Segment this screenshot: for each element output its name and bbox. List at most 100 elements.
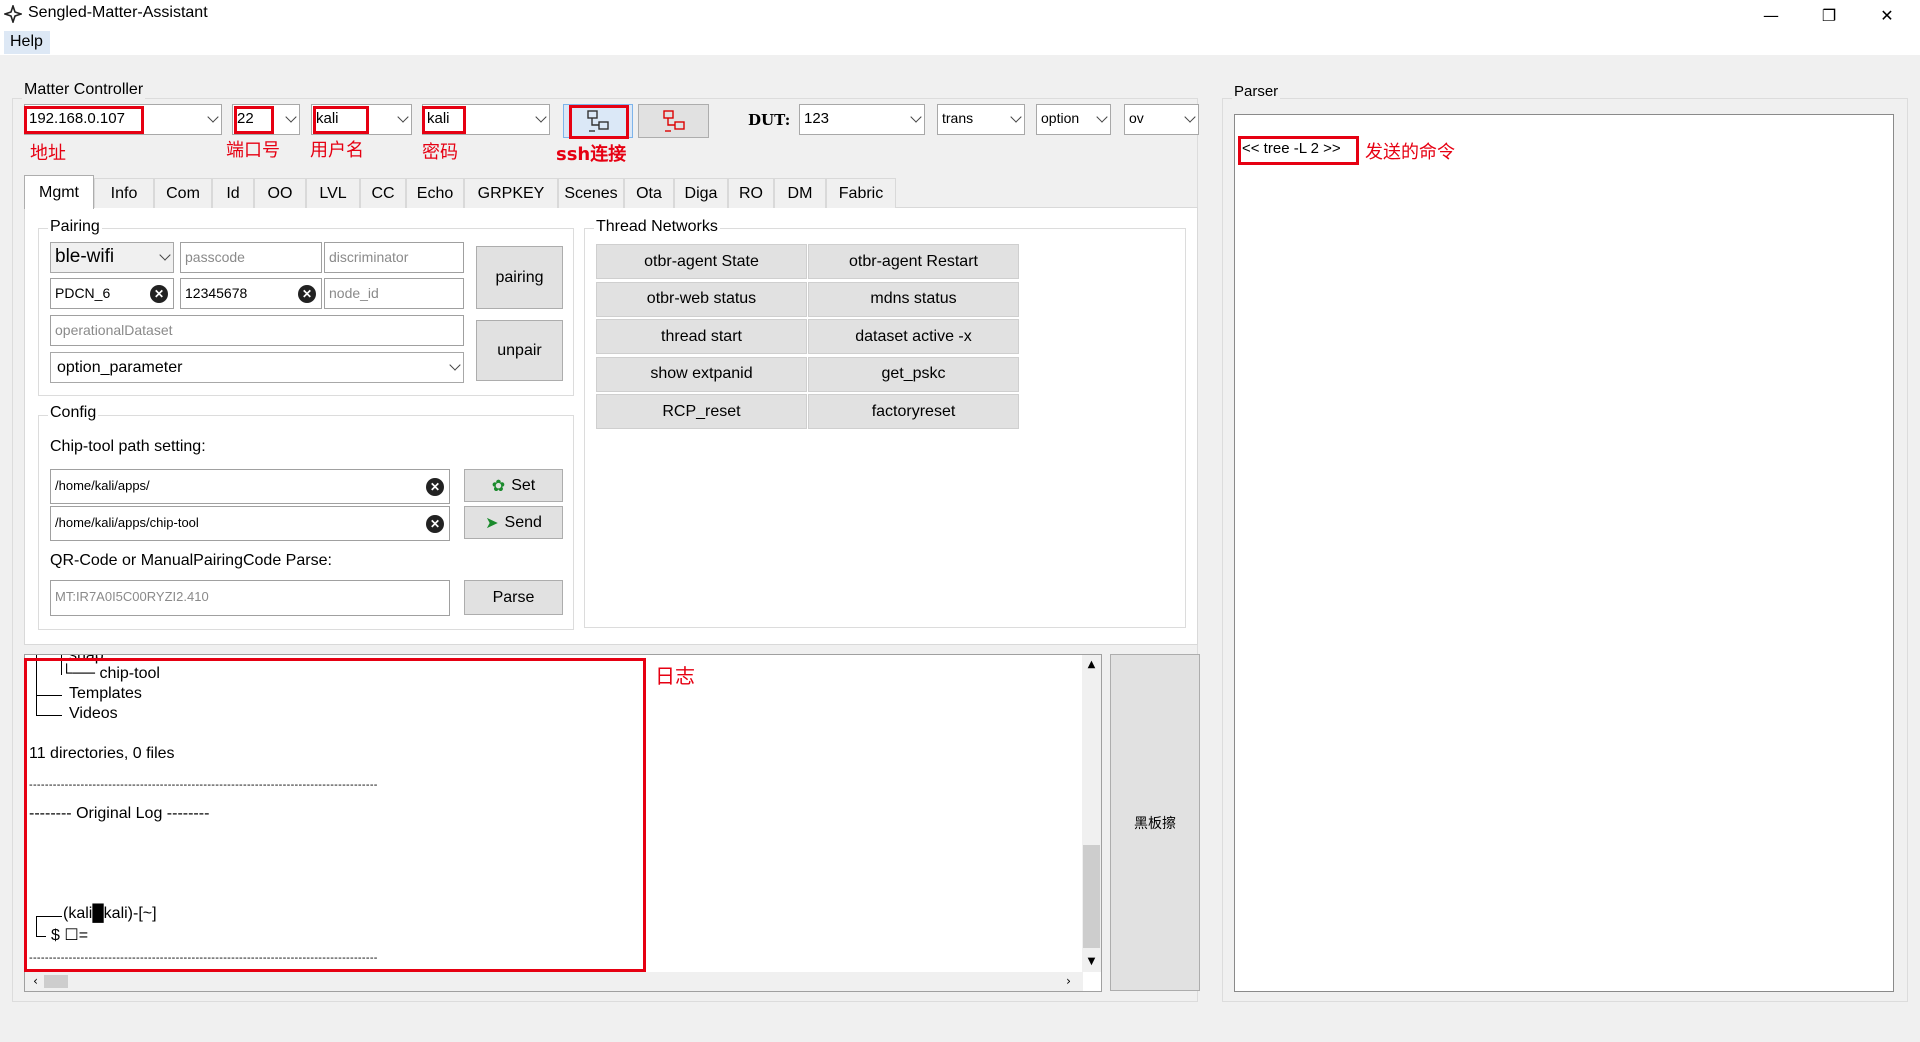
log-highlight (24, 658, 646, 972)
chevron-down-icon (449, 359, 461, 371)
chevron-down-icon (1010, 111, 1022, 123)
unpair-button[interactable]: unpair (476, 320, 563, 381)
scroll-down-icon[interactable]: ▼ (1083, 953, 1100, 970)
scroll-right-icon[interactable]: › (1060, 974, 1077, 989)
window-title: Sengled-Matter-Assistant (28, 4, 208, 21)
tab-cc[interactable]: CC (360, 178, 406, 208)
title-bar (0, 0, 1920, 30)
thread-button-mdns-status[interactable]: mdns status (808, 281, 1019, 317)
apps-path-value: /home/kali/apps/ (55, 478, 150, 493)
maximize-button[interactable]: ❐ (1800, 0, 1858, 30)
log-annotation: 日志 (655, 664, 695, 688)
option-parameter-value: option_parameter (57, 359, 183, 376)
clear-icon[interactable]: ✕ (426, 478, 444, 496)
operational-dataset-placeholder: operationalDataset (55, 322, 173, 338)
operational-dataset-input[interactable]: operationalDataset (50, 315, 464, 346)
tab-com[interactable]: Com (154, 178, 212, 208)
port-annotation: 端口号 (226, 140, 280, 161)
passcode-placeholder: passcode (185, 249, 245, 265)
config-title: Config (48, 404, 99, 422)
thread-button-factoryreset[interactable]: factoryreset (808, 394, 1019, 429)
tab-oo[interactable]: OO (254, 178, 306, 208)
tab-id[interactable]: Id (212, 178, 254, 208)
ssh-annotation: ssh连接 (556, 144, 627, 165)
tab-info[interactable]: Info (94, 178, 154, 208)
tab-scenes[interactable]: Scenes (558, 178, 624, 208)
thread-button-otbr-agent-restart[interactable]: otbr-agent Restart (808, 244, 1019, 279)
ov-value: ov (1129, 110, 1144, 126)
tab-grpkey[interactable]: GRPKEY (464, 178, 558, 208)
tab-echo[interactable]: Echo (406, 178, 464, 208)
wifi-password-input[interactable]: 12345678 ✕ (180, 278, 322, 309)
matter-controller-title: Matter Controller (22, 81, 146, 99)
parser-output[interactable] (1234, 114, 1894, 992)
chevron-down-icon (1184, 111, 1196, 123)
close-button[interactable]: ✕ (1858, 0, 1916, 30)
send-label: Send (504, 513, 542, 531)
clear-icon[interactable]: ✕ (298, 285, 316, 303)
menu-help[interactable]: Help (4, 31, 50, 54)
thread-button-thread-start[interactable]: thread start (596, 319, 807, 354)
apps-path-input[interactable]: /home/kali/apps/ ✕ (50, 469, 450, 504)
thread-networks-title: Thread Networks (594, 218, 720, 236)
clear-icon[interactable]: ✕ (150, 285, 168, 303)
username-annotation: 用户名 (310, 140, 364, 161)
option-value: option (1041, 110, 1080, 126)
parse-button[interactable]: Parse (464, 580, 563, 615)
chevron-down-icon (535, 111, 547, 123)
option-combo[interactable]: option (1036, 104, 1111, 135)
scroll-up-icon[interactable]: ▲ (1083, 656, 1100, 673)
clear-icon[interactable]: ✕ (426, 515, 444, 533)
thread-button-get-pskc[interactable]: get_pskc (808, 356, 1019, 392)
ssid-input[interactable]: PDCN_6 ✕ (50, 278, 174, 309)
tab-dm[interactable]: DM (774, 178, 826, 208)
thread-button-dataset-active-x[interactable]: dataset active -x (808, 319, 1019, 354)
discriminator-input[interactable]: discriminator (324, 242, 464, 273)
pairing-mode-value: ble-wifi (55, 246, 115, 267)
chevron-down-icon (159, 249, 171, 261)
password-annotation: 密码 (422, 142, 458, 163)
ov-combo[interactable]: ov (1124, 104, 1199, 135)
network-disconnect-icon (662, 110, 685, 132)
scroll-h-thumb[interactable] (44, 975, 68, 988)
chip-tool-path-value: /home/kali/apps/chip-tool (55, 515, 199, 530)
scroll-left-icon[interactable]: ‹ (27, 974, 44, 989)
thread-button-show-extpanid[interactable]: show extpanid (596, 356, 807, 392)
log-horizontal-scrollbar[interactable] (25, 972, 1083, 991)
send-button[interactable]: ➤ Send (464, 506, 563, 539)
tab-lvl[interactable]: LVL (306, 178, 360, 208)
pairing-button[interactable]: pairing (476, 246, 563, 309)
scroll-thumb[interactable] (1083, 845, 1100, 948)
trans-value: trans (942, 110, 974, 126)
clear-log-button[interactable]: 黑板擦 (1110, 654, 1200, 991)
node-id-placeholder: node_id (329, 285, 379, 301)
tab-ota[interactable]: Ota (624, 178, 674, 208)
chevron-down-icon (910, 111, 922, 123)
tab-fabric[interactable]: Fabric (826, 178, 896, 208)
ssid-value: PDCN_6 (55, 285, 111, 301)
parser-title: Parser (1232, 83, 1281, 100)
qr-code-input[interactable]: MT:IR7A0I5C00RYZI2.410 (50, 580, 450, 616)
tab-ro[interactable]: RO (728, 178, 774, 208)
thread-button-otbr-web-status[interactable]: otbr-web status (596, 281, 807, 317)
tab-diga[interactable]: Diga (674, 178, 728, 208)
ssh-highlight (569, 105, 629, 139)
chevron-down-icon (285, 111, 297, 123)
node-id-input[interactable]: node_id (324, 278, 464, 309)
trans-combo[interactable]: trans (937, 104, 1025, 135)
thread-button-otbr-agent-state[interactable]: otbr-agent State (596, 244, 807, 279)
tab-mgmt[interactable]: Mgmt (24, 175, 94, 209)
option-parameter-combo[interactable]: option_parameter (50, 352, 464, 383)
pairing-mode-combo[interactable]: ble-wifi (50, 242, 174, 273)
dut-combo[interactable]: 123 (799, 104, 925, 135)
passcode-input[interactable]: passcode (180, 242, 322, 273)
chip-tool-path-input[interactable]: /home/kali/apps/chip-tool ✕ (50, 506, 450, 541)
send-icon: ➤ (485, 514, 499, 532)
qr-code-placeholder: MT:IR7A0I5C00RYZI2.410 (55, 589, 209, 604)
minimize-button[interactable]: — (1742, 0, 1800, 30)
chevron-down-icon (207, 111, 219, 123)
username-highlight (313, 106, 369, 134)
ssh-disconnect-button[interactable] (638, 104, 709, 138)
set-button[interactable]: ✿ Set (464, 469, 563, 502)
thread-button-rcp-reset[interactable]: RCP_reset (596, 394, 807, 429)
